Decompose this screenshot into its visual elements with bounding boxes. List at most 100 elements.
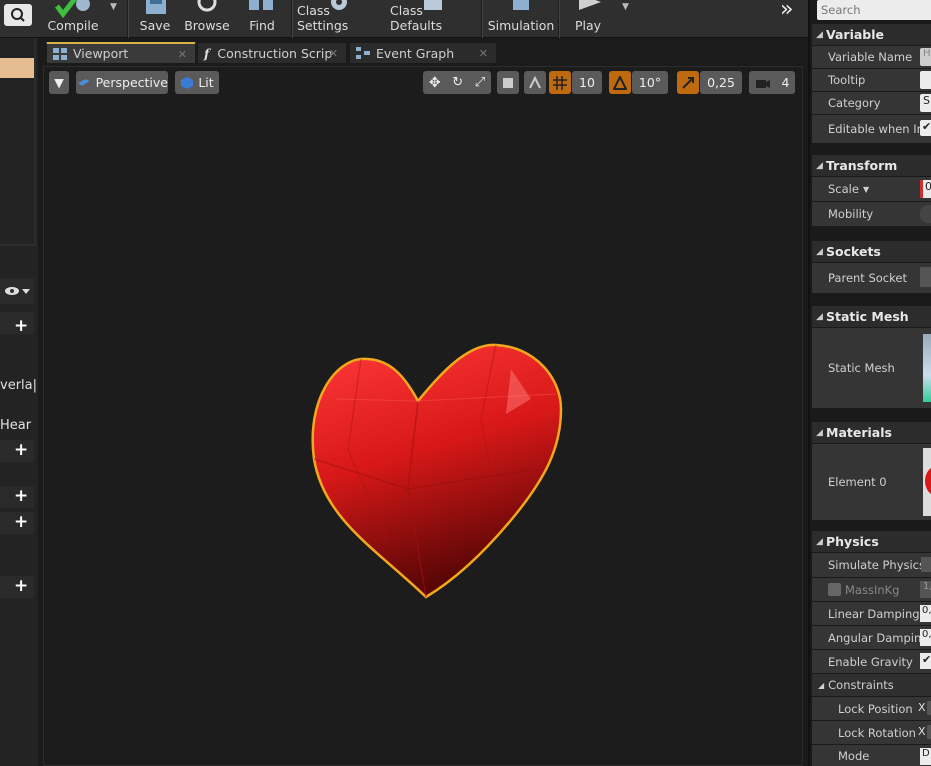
browse-magnifier-icon <box>197 0 217 12</box>
save-icon <box>146 0 166 14</box>
find-button[interactable]: Find <box>240 0 284 38</box>
search-icon <box>11 8 25 22</box>
add-macro-plus-icon[interactable]: + <box>14 512 28 532</box>
prop-static-mesh: Static Mesh <box>812 328 931 408</box>
compile-options-chevron-icon[interactable]: ▼ <box>110 2 117 12</box>
rotation-snap-value[interactable]: 10° <box>632 71 668 94</box>
static-mesh-thumbnail[interactable] <box>923 334 931 402</box>
lock-rotation-x-checkbox[interactable] <box>927 725 931 739</box>
compile-check-icon <box>55 0 90 19</box>
browse-button[interactable]: Browse <box>182 0 232 38</box>
close-tab-icon[interactable]: ✕ <box>479 47 488 60</box>
scale-snap-value[interactable]: 0,25 <box>700 71 742 94</box>
lit-button[interactable]: Lit <box>175 71 219 94</box>
main-toolbar: Compile ▼ Save Browse Find Class Setting… <box>0 0 808 38</box>
prop-linear-damping: Linear Damping <box>812 602 931 625</box>
simulate-physics-checkbox[interactable] <box>921 557 931 572</box>
lock-rotation-x-label: X <box>918 725 926 738</box>
section-transform[interactable]: ◢ Transform <box>812 155 931 176</box>
scale-snap-icon[interactable] <box>677 71 699 94</box>
linear-damping-field[interactable]: 0, <box>920 605 931 622</box>
viewport-area[interactable]: ▼ Perspective Lit ✥ ↻ ⤢ 10 10° 0,25 4 <box>43 66 803 766</box>
section-materials[interactable]: ◢ Materials <box>812 422 931 443</box>
collapse-arrow-icon: ◢ <box>816 160 823 171</box>
tab-event-graph[interactable]: Event Graph ✕ <box>349 42 497 64</box>
graph-icon <box>356 47 370 59</box>
editor-tabs: Viewport ✕ f Construction Scrip ✕ Event … <box>38 38 808 66</box>
material-thumbnail[interactable] <box>923 448 931 516</box>
prop-parent-socket: Parent Socket <box>812 263 931 293</box>
gear-icon <box>331 0 347 10</box>
prop-lock-rotation: Lock Rotation <box>812 721 931 744</box>
scale-dropdown-icon[interactable]: ▼ <box>863 185 869 194</box>
rotate-icon[interactable]: ↻ <box>452 75 463 90</box>
world-local-icon[interactable] <box>497 71 519 94</box>
viewport-options-chevron-icon[interactable]: ▼ <box>49 71 69 94</box>
play-button[interactable]: Play <box>565 0 611 38</box>
class-defaults-button[interactable]: Class Defaults <box>390 0 476 38</box>
mass-field[interactable]: 1, <box>920 581 931 598</box>
tooltip-field[interactable] <box>920 71 931 89</box>
section-static-mesh[interactable]: ◢ Static Mesh <box>812 306 931 327</box>
translate-icon[interactable]: ✥ <box>429 75 441 91</box>
mass-override-checkbox[interactable] <box>828 583 841 596</box>
editable-checkbox[interactable]: ✔ <box>920 120 931 136</box>
prop-scale: Scale ▼ <box>812 177 931 201</box>
collapse-arrow-icon: ◢ <box>816 29 823 40</box>
add-function-plus-icon[interactable]: + <box>14 486 28 506</box>
rotation-snap-icon[interactable] <box>609 71 631 94</box>
add-variable-plus-icon[interactable]: + <box>14 440 28 460</box>
camera-speed-button[interactable]: 4 <box>749 71 795 94</box>
visibility-eye-icon[interactable] <box>0 278 34 304</box>
scale-x-field[interactable]: 0 <box>920 180 931 198</box>
class-defaults-icon <box>424 0 442 10</box>
angular-damping-field[interactable]: 0, <box>920 629 931 646</box>
parent-socket-field[interactable] <box>920 267 931 287</box>
mode-dropdown[interactable]: D <box>920 748 931 765</box>
transform-mode-group: ✥ ↻ ⤢ <box>423 71 491 94</box>
collapse-arrow-icon: ◢ <box>818 680 825 690</box>
prop-constraints[interactable]: ◢ Constraints <box>812 674 931 696</box>
category-field[interactable]: S <box>920 94 931 112</box>
simulation-icon <box>513 0 529 10</box>
find-icon <box>249 0 273 10</box>
collapse-arrow-icon: ◢ <box>816 427 823 438</box>
grid-snap-icon[interactable] <box>549 71 571 94</box>
add-dispatcher-plus-icon[interactable]: + <box>14 576 28 596</box>
play-icon <box>579 0 601 10</box>
compile-button[interactable]: Compile <box>47 0 99 38</box>
function-icon: f <box>204 45 210 61</box>
component-label-heart: Hear <box>0 418 32 433</box>
toolbar-overflow-icon[interactable]: » <box>780 0 793 22</box>
variable-name-field[interactable]: H <box>920 48 931 66</box>
details-search-input[interactable]: Search <box>817 0 931 20</box>
tab-viewport[interactable]: Viewport ✕ <box>46 42 196 64</box>
lock-position-x-label: X <box>918 701 926 714</box>
surface-snap-icon[interactable] <box>524 71 546 94</box>
section-variable[interactable]: ◢ Variable <box>812 24 931 45</box>
heart-mesh-preview[interactable] <box>306 339 566 603</box>
lock-position-x-checkbox[interactable] <box>927 701 931 715</box>
enable-gravity-checkbox[interactable]: ✔ <box>920 653 931 669</box>
close-tab-icon[interactable]: ✕ <box>329 47 338 60</box>
camera-icon <box>755 79 770 88</box>
mobility-toggle[interactable] <box>920 205 931 223</box>
simulation-button[interactable]: Simulation <box>487 0 555 38</box>
close-tab-icon[interactable]: ✕ <box>178 48 187 61</box>
perspective-button[interactable]: Perspective <box>76 71 168 94</box>
prop-editable-when-inherited: Editable when Inh <box>812 115 931 143</box>
add-component-plus-icon[interactable]: + <box>14 316 28 336</box>
grid-snap-value[interactable]: 10 <box>572 71 602 94</box>
play-options-chevron-icon[interactable]: ▼ <box>622 2 629 12</box>
prop-mode: Mode <box>812 745 931 766</box>
tab-construction-script[interactable]: f Construction Scrip ✕ <box>197 42 347 64</box>
scale-icon[interactable]: ⤢ <box>475 75 485 90</box>
viewport-icon <box>53 47 67 60</box>
search-button[interactable] <box>4 4 32 26</box>
prop-element-0: Element 0 <box>812 444 931 520</box>
section-physics[interactable]: ◢ Physics <box>812 531 931 552</box>
class-settings-button[interactable]: Class Settings <box>297 0 381 38</box>
save-button[interactable]: Save <box>134 0 176 38</box>
section-sockets[interactable]: ◢ Sockets <box>812 241 931 262</box>
prop-category: Category <box>812 92 931 114</box>
